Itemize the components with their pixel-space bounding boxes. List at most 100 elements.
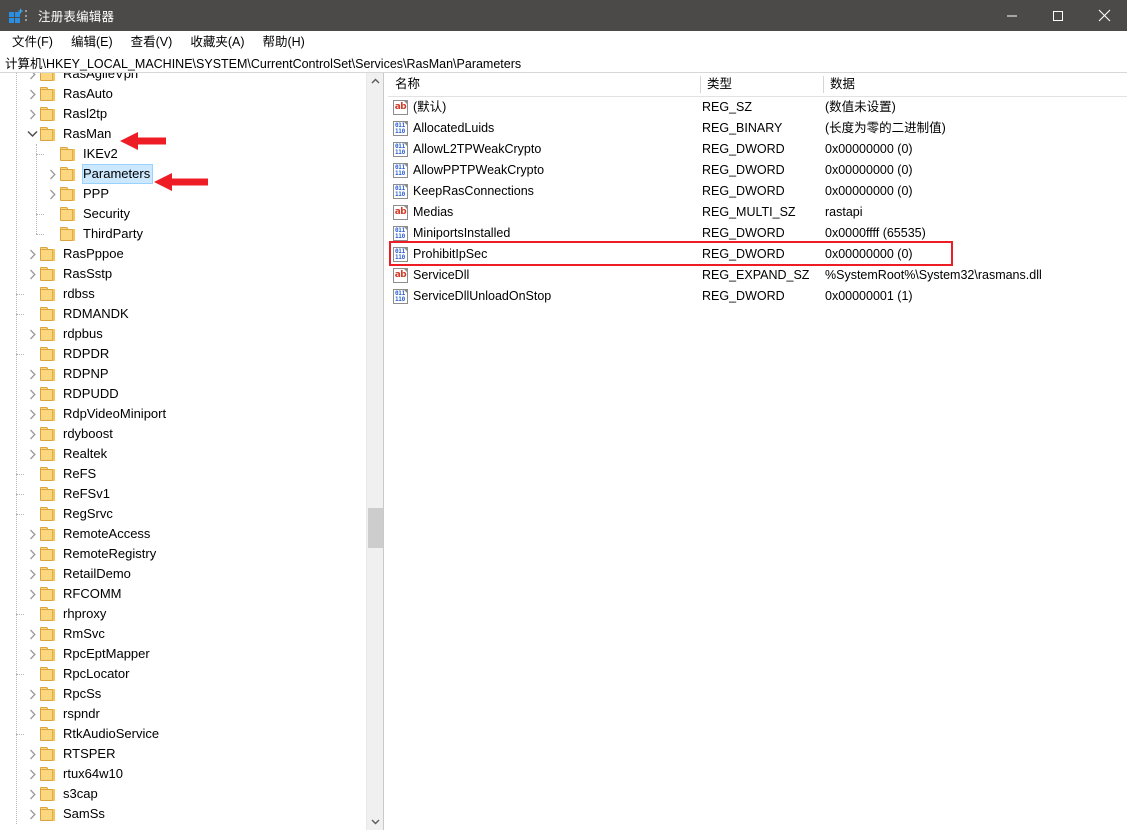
tree-item-rpceptmapper[interactable]: RpcEptMapper: [0, 644, 366, 664]
chevron-right-icon[interactable]: [24, 784, 40, 804]
scroll-up-arrow[interactable]: [367, 73, 384, 90]
tree-guide-line: [16, 734, 24, 735]
tree-item-security[interactable]: Security: [0, 204, 366, 224]
menu-file[interactable]: 文件(F): [3, 32, 62, 52]
menu-help[interactable]: 帮助(H): [253, 32, 313, 52]
column-header-type[interactable]: 类型: [700, 73, 823, 96]
folder-icon: [40, 747, 57, 761]
table-row[interactable]: 011 110 MiniportsInstalled REG_DWORD 0x0000f…: [388, 223, 1127, 244]
chevron-right-icon[interactable]: [24, 364, 40, 384]
table-row[interactable]: ab ServiceDll REG_EXPAND_SZ %SystemRoot%\Sy…: [388, 265, 1127, 286]
tree-item-refsv1[interactable]: ReFSv1: [0, 484, 366, 504]
tree-item-remoteregistry[interactable]: RemoteRegistry: [0, 544, 366, 564]
tree-item-ikev2[interactable]: IKEv2: [0, 144, 366, 164]
chevron-right-icon[interactable]: [24, 244, 40, 264]
tree-item-rdyboost[interactable]: rdyboost: [0, 424, 366, 444]
table-row[interactable]: 011 110 ProhibitIpSec REG_DWORD 0x00000000 (…: [388, 244, 1127, 265]
chevron-right-icon[interactable]: [24, 704, 40, 724]
chevron-right-icon[interactable]: [24, 744, 40, 764]
tree-item-rasman[interactable]: RasMan: [0, 124, 366, 144]
menu-edit[interactable]: 编辑(E): [62, 32, 122, 52]
chevron-right-icon[interactable]: [24, 804, 40, 824]
tree-item-thirdparty[interactable]: ThirdParty: [0, 224, 366, 244]
tree-item-raspppoe[interactable]: RasPppoe: [0, 244, 366, 264]
tree-item-rpclocator[interactable]: RpcLocator: [0, 664, 366, 684]
tree-scrollbar-thumb[interactable]: [368, 508, 383, 548]
table-row[interactable]: 011 110 AllocatedLuids REG_BINARY (长度为零的二进制值…: [388, 118, 1127, 139]
tree-item-regsrvc[interactable]: RegSrvc: [0, 504, 366, 524]
table-row[interactable]: 011 110 ServiceDllUnloadOnStop REG_DWORD 0x0…: [388, 286, 1127, 307]
chevron-right-icon[interactable]: [24, 424, 40, 444]
tree-item-rdmandk[interactable]: RDMANDK: [0, 304, 366, 324]
tree-item-rmsvc[interactable]: RmSvc: [0, 624, 366, 644]
chevron-right-icon[interactable]: [24, 624, 40, 644]
column-header-data[interactable]: 数据: [823, 73, 1127, 96]
chevron-right-icon[interactable]: [24, 84, 40, 104]
address-bar[interactable]: 计算机\HKEY_LOCAL_MACHINE\SYSTEM\CurrentCon…: [0, 52, 1127, 73]
tree-item-rasauto[interactable]: RasAuto: [0, 84, 366, 104]
folder-icon: [40, 707, 57, 721]
table-row[interactable]: ab (默认) REG_SZ (数值未设置): [388, 97, 1127, 118]
tree-item-rtux64w10[interactable]: rtux64w10: [0, 764, 366, 784]
binary-value-icon: 011 110: [393, 163, 408, 178]
scroll-down-arrow[interactable]: [367, 813, 384, 830]
table-row[interactable]: ab Medias REG_MULTI_SZ rastapi: [388, 202, 1127, 223]
chevron-right-icon[interactable]: [24, 564, 40, 584]
maximize-button[interactable]: [1035, 0, 1081, 31]
value-data: 0x0000ffff (65535): [825, 226, 926, 240]
folder-icon: [40, 287, 57, 301]
chevron-right-icon[interactable]: [24, 264, 40, 284]
tree-item-rspndr[interactable]: rspndr: [0, 704, 366, 724]
chevron-down-icon[interactable]: [24, 124, 40, 144]
tree-item-rdpudd[interactable]: RDPUDD: [0, 384, 366, 404]
chevron-right-icon[interactable]: [24, 384, 40, 404]
tree-item-rtsper[interactable]: RTSPER: [0, 744, 366, 764]
tree-item-refs[interactable]: ReFS: [0, 464, 366, 484]
tree-item-ppp[interactable]: PPP: [0, 184, 366, 204]
tree-item-rdpnp[interactable]: RDPNP: [0, 364, 366, 384]
close-button[interactable]: [1081, 0, 1127, 31]
tree-item-realtek[interactable]: Realtek: [0, 444, 366, 464]
tree-guide-line: [16, 494, 24, 495]
tree-item-rfcomm[interactable]: RFCOMM: [0, 584, 366, 604]
tree-item-rasagilevpn[interactable]: RasAgileVpn: [0, 73, 366, 84]
tree-item-rhproxy[interactable]: rhproxy: [0, 604, 366, 624]
tree-item-parameters[interactable]: Parameters: [0, 164, 366, 184]
tree-item-remoteaccess[interactable]: RemoteAccess: [0, 524, 366, 544]
chevron-right-icon[interactable]: [24, 324, 40, 344]
chevron-right-icon[interactable]: [24, 444, 40, 464]
chevron-right-icon[interactable]: [24, 404, 40, 424]
chevron-right-icon[interactable]: [24, 524, 40, 544]
table-row[interactable]: 011 110 AllowL2TPWeakCrypto REG_DWORD 0x0000…: [388, 139, 1127, 160]
tree-item-rdbss[interactable]: rdbss: [0, 284, 366, 304]
minimize-button[interactable]: [989, 0, 1035, 31]
tree-item-samss[interactable]: SamSs: [0, 804, 366, 824]
value-type: REG_DWORD: [702, 247, 785, 261]
tree-item-rasl2tp[interactable]: Rasl2tp: [0, 104, 366, 124]
chevron-right-icon[interactable]: [24, 104, 40, 124]
tree-item-rdpbus[interactable]: rdpbus: [0, 324, 366, 344]
tree-item-s3cap[interactable]: s3cap: [0, 784, 366, 804]
chevron-right-icon[interactable]: [24, 73, 40, 84]
chevron-right-icon[interactable]: [24, 684, 40, 704]
table-row[interactable]: 011 110 KeepRasConnections REG_DWORD 0x00000…: [388, 181, 1127, 202]
menu-view[interactable]: 查看(V): [122, 32, 182, 52]
table-row[interactable]: 011 110 AllowPPTPWeakCrypto REG_DWORD 0x0000…: [388, 160, 1127, 181]
chevron-right-icon[interactable]: [44, 164, 60, 184]
folder-icon: [40, 87, 57, 101]
column-header-name[interactable]: 名称: [388, 73, 700, 96]
folder-icon: [60, 167, 77, 181]
chevron-right-icon[interactable]: [24, 764, 40, 784]
chevron-right-icon[interactable]: [24, 644, 40, 664]
chevron-right-icon[interactable]: [44, 184, 60, 204]
tree-item-rdpdr[interactable]: RDPDR: [0, 344, 366, 364]
tree-item-retaildemo[interactable]: RetailDemo: [0, 564, 366, 584]
tree-item-rdpvideominiport[interactable]: RdpVideoMiniport: [0, 404, 366, 424]
tree-item-rpcss[interactable]: RpcSs: [0, 684, 366, 704]
chevron-right-icon[interactable]: [24, 544, 40, 564]
tree-item-rtkaudioservice[interactable]: RtkAudioService: [0, 724, 366, 744]
tree-scrollbar[interactable]: [366, 73, 383, 830]
chevron-right-icon[interactable]: [24, 584, 40, 604]
menu-favorites[interactable]: 收藏夹(A): [181, 32, 253, 52]
tree-item-rassstp[interactable]: RasSstp: [0, 264, 366, 284]
